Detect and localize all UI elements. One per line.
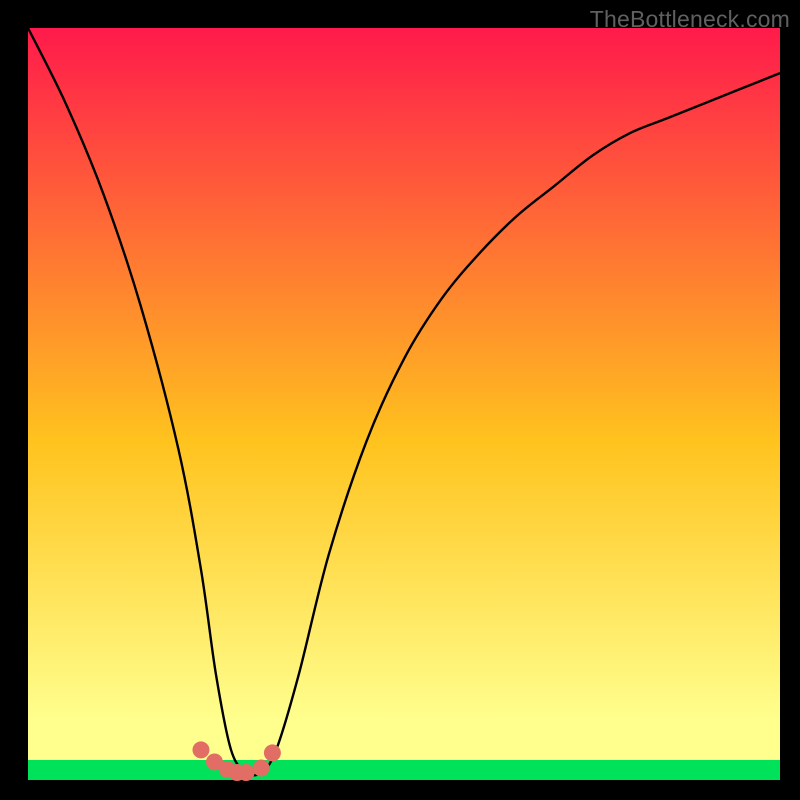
dip-marker <box>238 764 255 781</box>
watermark-text: TheBottleneck.com <box>590 6 790 33</box>
bottleneck-chart <box>0 0 800 800</box>
dip-marker <box>264 744 281 761</box>
gradient-background <box>28 28 780 780</box>
dip-marker <box>253 759 270 776</box>
dip-marker <box>192 741 209 758</box>
green-band <box>28 760 780 780</box>
